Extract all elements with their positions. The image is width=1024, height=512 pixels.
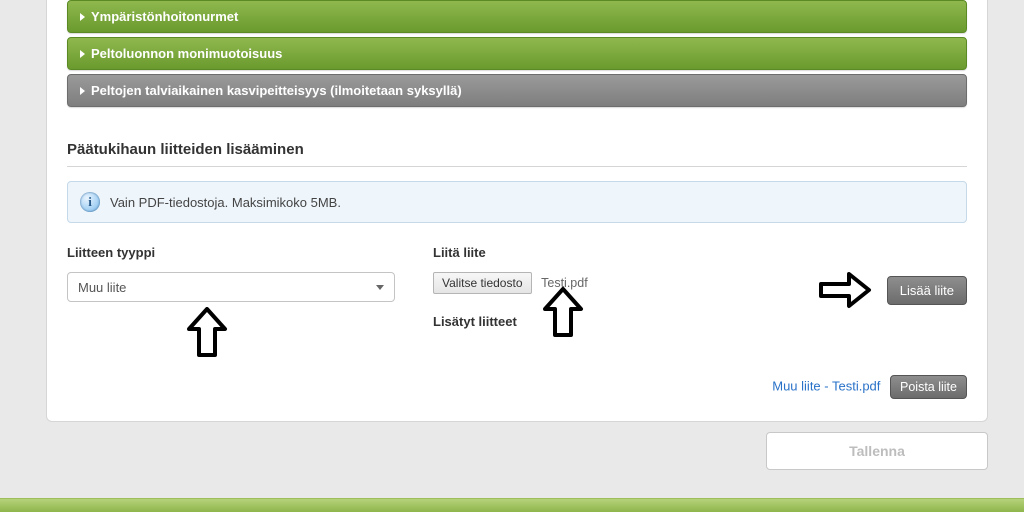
accordion-label: Peltoluonnon monimuotoisuus xyxy=(91,46,282,61)
accordion-label: Ympäristönhoitonurmet xyxy=(91,9,238,24)
footer-band xyxy=(0,498,1024,512)
attachment-type-select[interactable]: Muu liite xyxy=(67,272,395,302)
info-text: Vain PDF-tiedostoja. Maksimikoko 5MB. xyxy=(110,195,341,210)
caret-right-icon xyxy=(80,87,85,95)
caret-down-icon xyxy=(376,285,384,290)
attachment-type-label: Liitteen tyyppi xyxy=(67,245,433,260)
info-icon: i xyxy=(80,192,100,212)
add-attachment-button[interactable]: Lisää liite xyxy=(887,276,967,305)
chosen-file-name: Testi.pdf xyxy=(541,276,588,290)
arrow-up-icon xyxy=(185,307,229,359)
accordion-item-ymparistonhoitonurmet[interactable]: Ympäristönhoitonurmet xyxy=(67,0,967,33)
added-attachments-label: Lisätyt liitteet xyxy=(433,314,753,329)
select-value: Muu liite xyxy=(78,280,126,295)
caret-right-icon xyxy=(80,13,85,21)
info-box: i Vain PDF-tiedostoja. Maksimikoko 5MB. xyxy=(67,181,967,223)
divider xyxy=(67,166,967,167)
attachment-link[interactable]: Muu liite - Testi.pdf xyxy=(772,378,880,393)
accordion: Ympäristönhoitonurmet Peltoluonnon monim… xyxy=(67,0,967,107)
accordion-item-peltoluonnon[interactable]: Peltoluonnon monimuotoisuus xyxy=(67,37,967,70)
arrow-up-icon xyxy=(541,287,585,339)
arrow-right-icon xyxy=(817,270,873,310)
added-attachment-row: Muu liite - Testi.pdf Poista liite xyxy=(67,375,967,399)
remove-attachment-button[interactable]: Poista liite xyxy=(890,375,967,399)
section-title: Päätukihaun liitteiden lisääminen xyxy=(67,141,967,158)
choose-file-button[interactable]: Valitse tiedosto xyxy=(433,272,532,294)
accordion-label: Peltojen talviaikainen kasvipeitteisyys … xyxy=(91,83,462,98)
main-panel: Ympäristönhoitonurmet Peltoluonnon monim… xyxy=(46,0,988,422)
caret-right-icon xyxy=(80,50,85,58)
save-button[interactable]: Tallenna xyxy=(766,432,988,470)
attach-file-label: Liitä liite xyxy=(433,245,753,260)
accordion-item-peltojen-talviaikainen[interactable]: Peltojen talviaikainen kasvipeitteisyys … xyxy=(67,74,967,107)
